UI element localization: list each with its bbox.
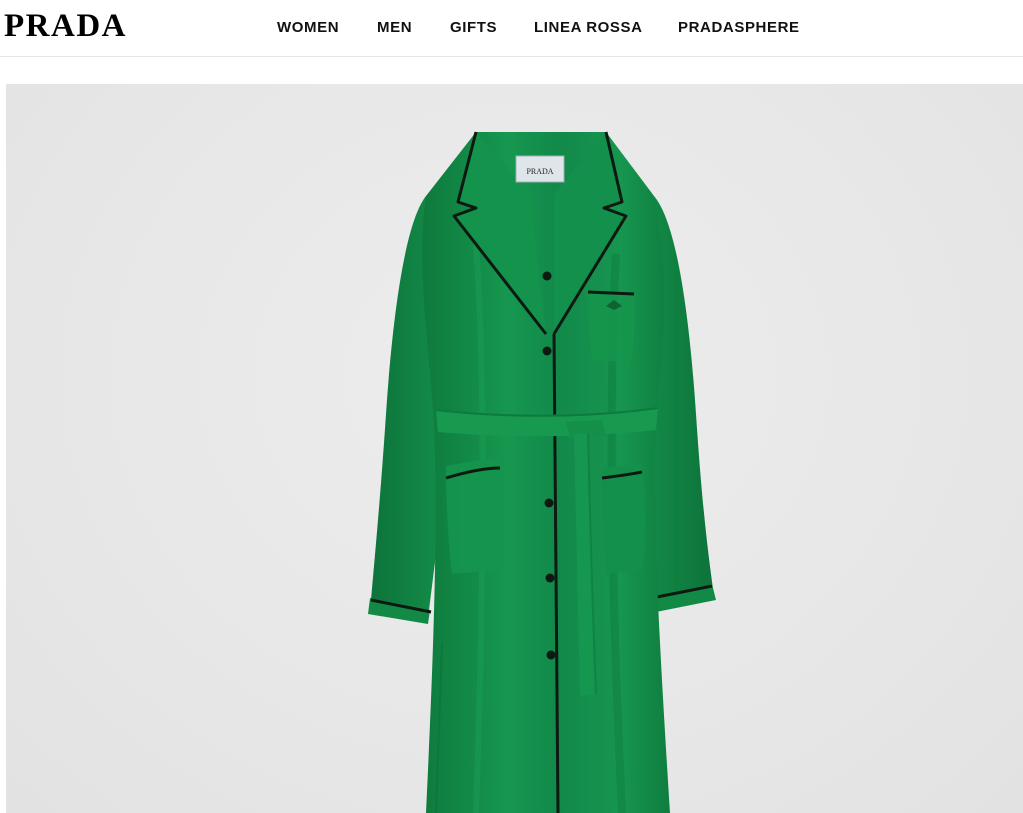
left-pocket: [446, 456, 505, 574]
main-nav: WOMEN MEN GIFTS LINEA ROSSA PRADASPHERE: [0, 0, 1023, 56]
product-image[interactable]: PRADA: [6, 84, 1023, 813]
nav-item-linea-rossa[interactable]: LINEA ROSSA: [534, 18, 643, 38]
svg-text:PRADA: PRADA: [526, 167, 553, 176]
button: [542, 271, 552, 281]
button: [544, 498, 554, 508]
nav-item-women[interactable]: WOMEN: [277, 18, 339, 38]
button: [546, 650, 556, 660]
nav-item-men[interactable]: MEN: [377, 18, 412, 38]
nav-item-pradasphere[interactable]: PRADASPHERE: [678, 18, 800, 38]
site-header: PRADA WOMEN MEN GIFTS LINEA ROSSA PRADAS…: [0, 0, 1023, 57]
button: [542, 346, 552, 356]
nav-item-gifts[interactable]: GIFTS: [450, 18, 497, 38]
green-silk-robe-dress: PRADA: [368, 131, 716, 813]
button: [545, 573, 555, 583]
right-pocket: [602, 464, 645, 574]
